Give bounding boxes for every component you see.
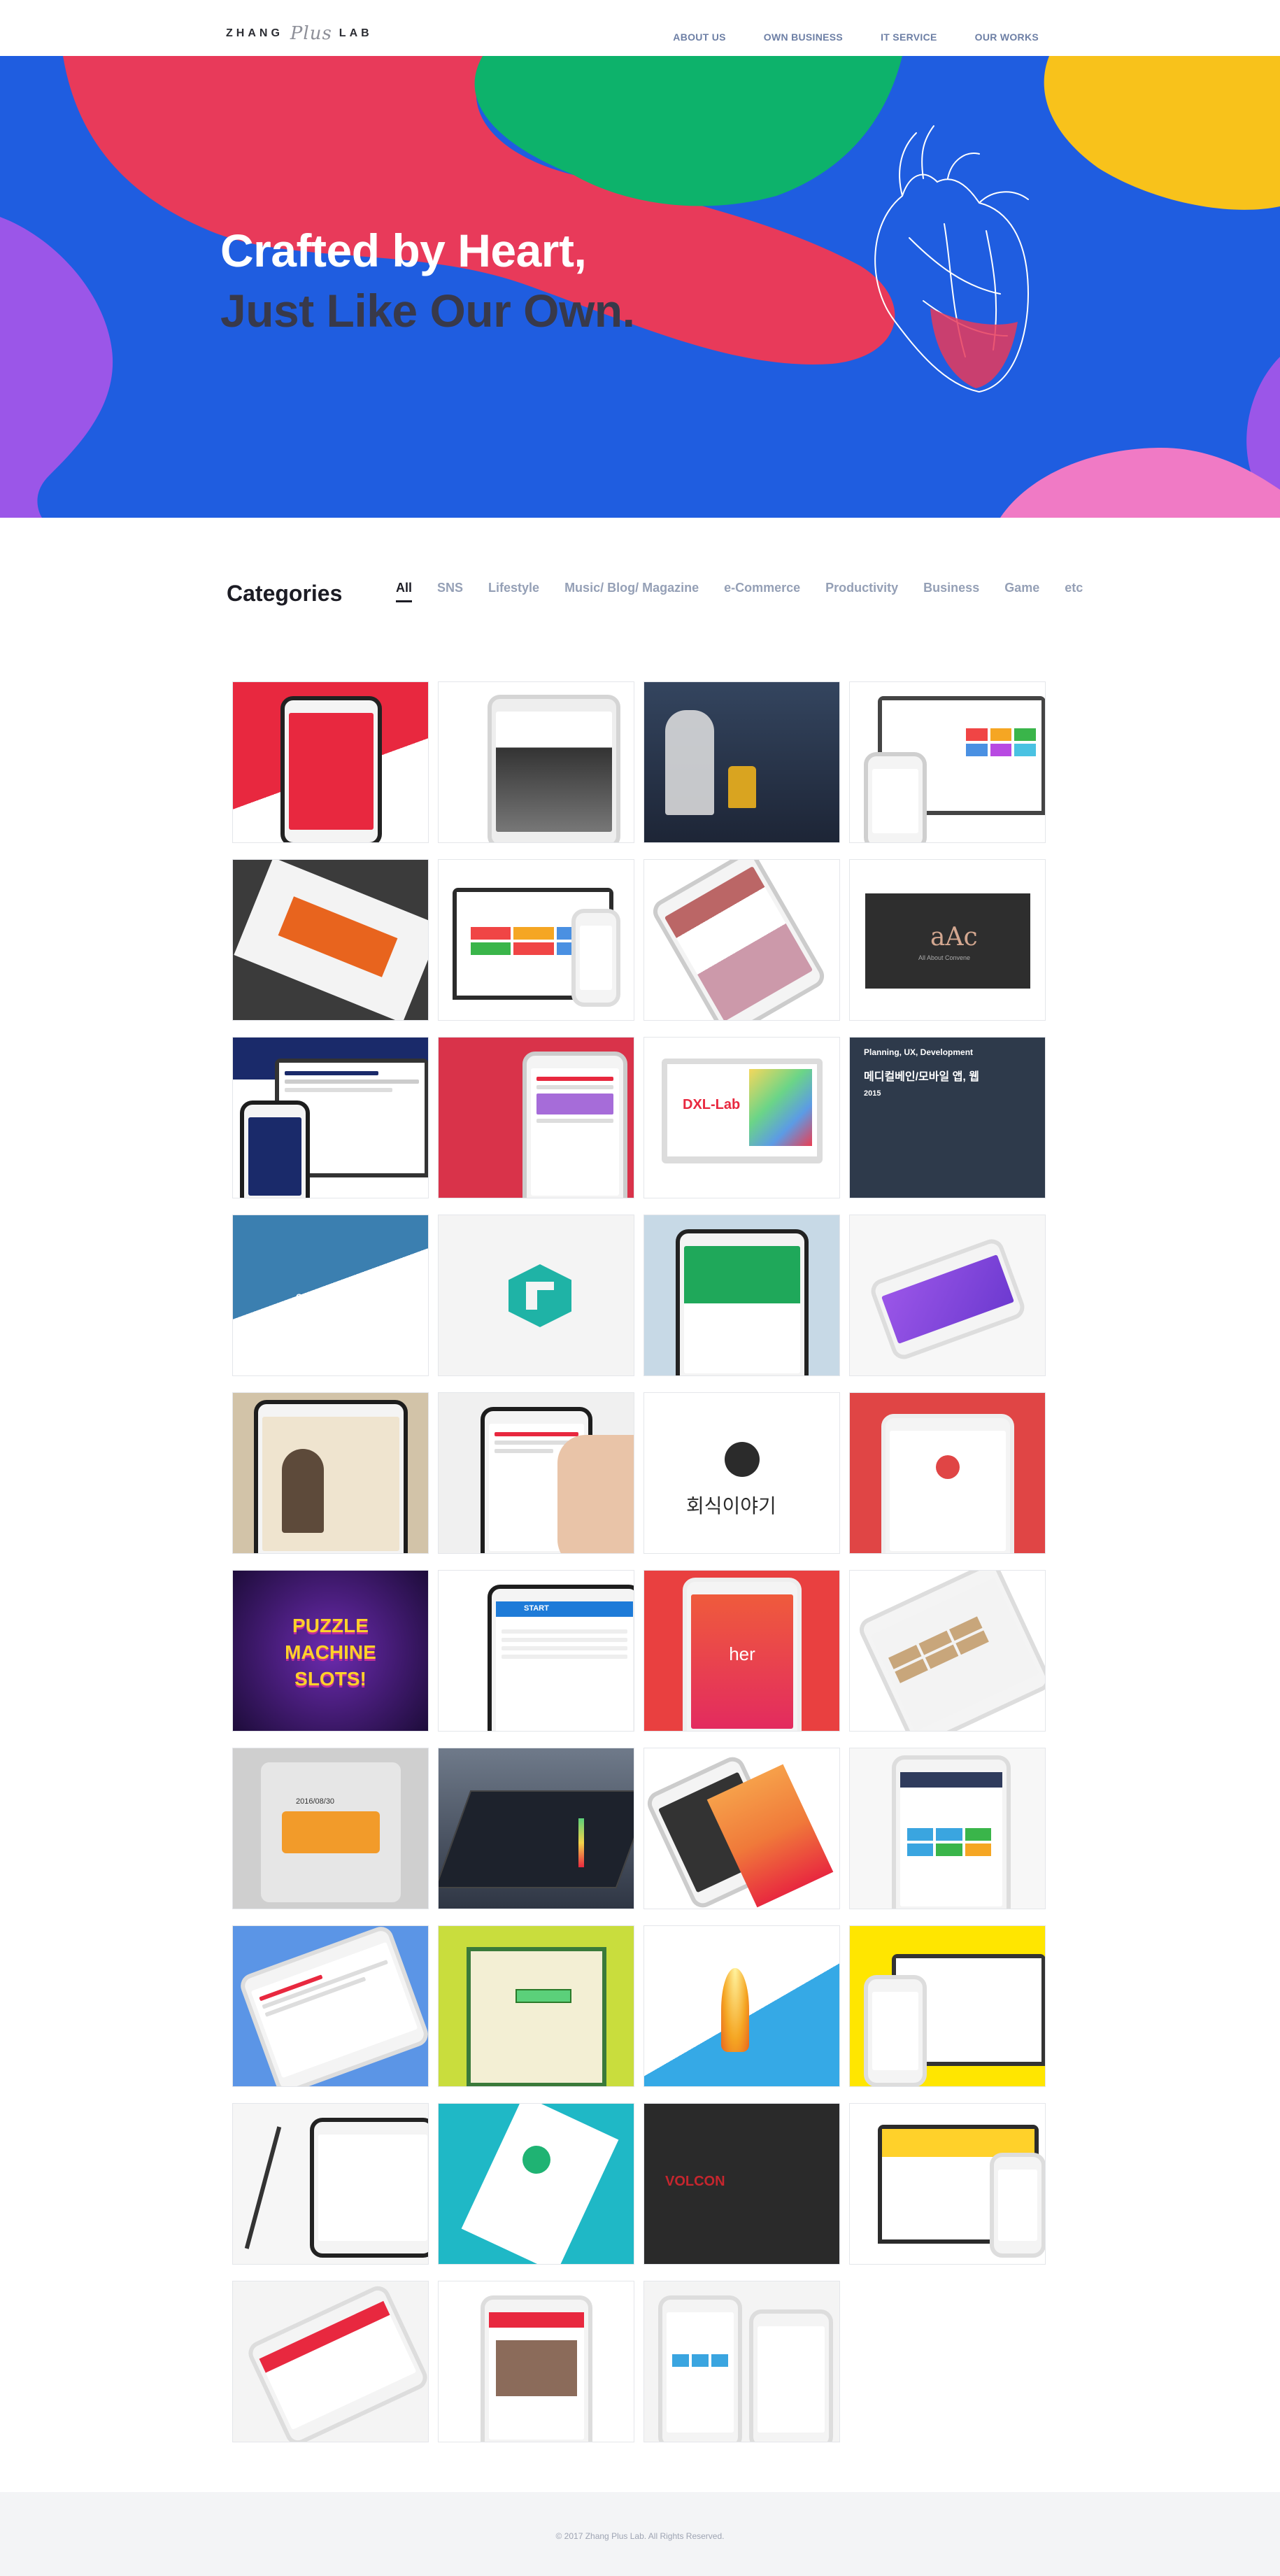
portfolio-item[interactable] [849,2103,1046,2265]
portfolio-item[interactable] [643,1925,840,2087]
portfolio-item[interactable] [232,1392,429,1554]
tile-27-text: her [729,1643,755,1664]
aac-logo: aAc [930,923,978,951]
portfolio-item[interactable] [232,681,429,843]
tile-29-text: 2016/08/30 [296,1797,335,1806]
portfolio-item[interactable] [643,1748,840,1909]
portfolio-item[interactable]: 회식이야기 [643,1392,840,1554]
portfolio-item[interactable] [849,1215,1046,1376]
portfolio-item[interactable]: VOLCON [643,2103,840,2265]
portfolio-item[interactable] [232,2103,429,2265]
main-nav: ABOUT US OWN BUSINESS IT SERVICE OUR WOR… [673,31,1039,43]
hero-headline-line2: Just Like Our Own. [220,285,635,337]
hero-banner: Crafted by Heart, Just Like Our Own. [0,56,1280,518]
portfolio-item[interactable] [438,1748,634,1909]
site-logo[interactable]: ZHANG Plus LAB [226,23,373,44]
portfolio-item[interactable]: 2016/08/30 [232,1748,429,1909]
portfolio-item[interactable] [438,1925,634,2087]
portfolio-item[interactable] [438,2103,634,2265]
portfolio-item[interactable] [438,2281,634,2442]
site-footer: © 2017 Zhang Plus Lab. All Rights Reserv… [0,2492,1280,2576]
tile-38-text: VOLCON [665,2174,725,2189]
portfolio-item[interactable]: DXL-Lab [643,1037,840,1198]
portfolio-item[interactable] [643,2281,840,2442]
tile-12-line2: 메디컬베인/모바일 앱, 웹 [864,1071,979,1083]
nav-about-us[interactable]: ABOUT US [673,31,726,43]
tab-lifestyle[interactable]: Lifestyle [488,581,539,602]
portfolio-item[interactable]: Core Value. [232,1215,429,1376]
tile-12-line1: Planning, UX, Development [864,1047,974,1057]
tile-16-text: Core Value. [296,1292,342,1302]
logo-word-left: ZHANG [226,27,283,39]
portfolio-item[interactable] [643,681,840,843]
tile-8-text: All About Convene [918,954,971,961]
portfolio-item[interactable] [438,859,634,1021]
tile-12-line3: 2015 [864,1089,881,1098]
hero-background-blobs [0,56,1280,518]
categories-title: Categories [227,581,343,606]
portfolio-item[interactable] [643,859,840,1021]
tab-all[interactable]: All [396,581,413,602]
category-tabs: All SNS Lifestyle Music/ Blog/ Magazine … [396,581,1083,602]
portfolio-item[interactable] [232,2281,429,2442]
portfolio-item[interactable] [438,1392,634,1554]
portfolio-item[interactable] [438,1215,634,1376]
tile-25-text: PUZZLE MACHINE SLOTS! [285,1615,376,1690]
portfolio-item[interactable] [232,859,429,1021]
portfolio-item[interactable]: aAc All About Convene [849,859,1046,1021]
copyright-text: © 2017 Zhang Plus Lab. All Rights Reserv… [555,2531,725,2541]
portfolio-item[interactable] [232,1037,429,1198]
nav-own-business[interactable]: OWN BUSINESS [764,31,843,43]
tab-business[interactable]: Business [923,581,979,602]
nav-it-service[interactable]: IT SERVICE [881,31,937,43]
tab-game[interactable]: Game [1004,581,1039,602]
tile-24-text: 회식이야기 [686,1494,776,1517]
tab-sns[interactable]: SNS [437,581,463,602]
portfolio-item[interactable] [849,681,1046,843]
portfolio-item[interactable] [849,1570,1046,1732]
logo-word-right: LAB [339,27,373,39]
logo-script: Plus [290,23,332,44]
portfolio-item[interactable] [849,1925,1046,2087]
portfolio-item[interactable] [438,1037,634,1198]
portfolio-item[interactable]: START [438,1570,634,1732]
tab-productivity[interactable]: Productivity [825,581,898,602]
portfolio-item[interactable]: her [643,1570,840,1732]
hero-headline-line1: Crafted by Heart, [220,225,587,276]
portfolio-item[interactable] [849,1392,1046,1554]
tab-e-commerce[interactable]: e-Commerce [724,581,800,602]
portfolio-item[interactable]: PUZZLE MACHINE SLOTS! [232,1570,429,1732]
top-navigation-bar: ZHANG Plus LAB ABOUT US OWN BUSINESS IT … [0,0,1280,56]
tab-etc[interactable]: etc [1065,581,1083,602]
nav-our-works[interactable]: OUR WORKS [975,31,1039,43]
tile-9-text: DXL-Lab [683,1097,741,1112]
tab-music-blog-magazine[interactable]: Music/ Blog/ Magazine [564,581,699,602]
portfolio-item[interactable] [438,681,634,843]
hero-headline: Crafted by Heart, Just Like Our Own. [220,220,635,341]
portfolio-item[interactable] [232,1925,429,2087]
tile-26-text: START [524,1604,549,1613]
portfolio-item[interactable] [849,1748,1046,1909]
portfolio-item[interactable] [643,1215,840,1376]
portfolio-item[interactable]: Planning, UX, Development 메디컬베인/모바일 앱, 웹… [849,1037,1046,1198]
portfolio-grid: aAc All About Convene DXL-Lab Planning, … [232,681,1046,2442]
